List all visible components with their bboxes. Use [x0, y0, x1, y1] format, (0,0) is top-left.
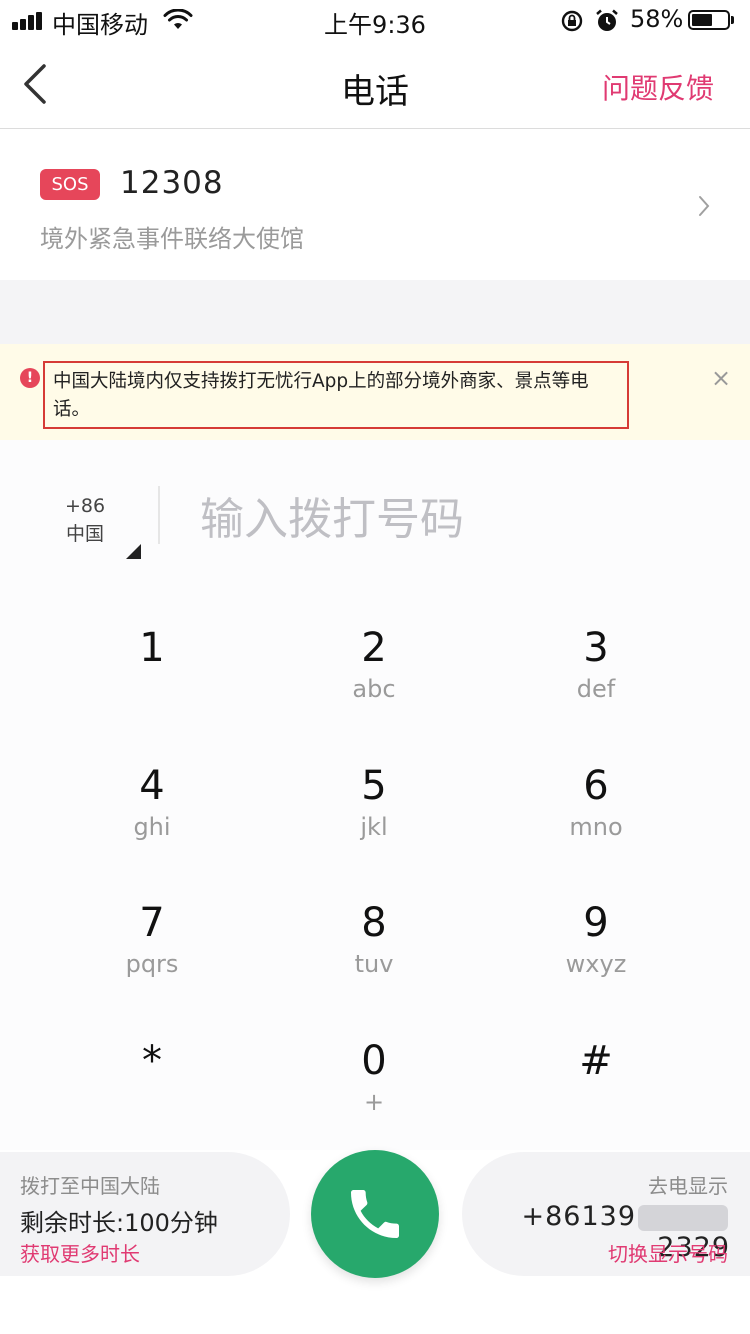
key-digit: # [579, 1038, 613, 1084]
keypad-key[interactable]: 5 jkl [274, 762, 474, 882]
key-digit: 0 [361, 1038, 387, 1084]
key-digit: 2 [361, 625, 387, 671]
caller-id-panel: 去电显示 +861392329 切换显示号码 [462, 1152, 750, 1276]
key-digit: 6 [583, 763, 609, 809]
get-more-minutes-link[interactable]: 获取更多时长 [20, 1238, 140, 1267]
keypad-key[interactable]: 0 + [274, 1037, 474, 1157]
sos-number: 12308 [120, 165, 224, 201]
remaining-minutes: 剩余时长:100分钟 [20, 1209, 218, 1237]
chevron-right-icon [699, 196, 710, 216]
notice-banner: ! 中国大陆境内仅支持拨打无忧行App上的部分境外商家、景点等电话。 × [0, 344, 750, 440]
key-letters: wxyz [565, 950, 627, 978]
country-selector[interactable]: +86 中国 [40, 492, 130, 548]
key-digit: 8 [361, 900, 387, 946]
country-name: 中国 [65, 523, 104, 545]
keypad-key[interactable]: 8 tuv [274, 899, 474, 1019]
notice-text: 中国大陆境内仅支持拨打无忧行App上的部分境外商家、景点等电话。 [43, 361, 629, 429]
key-digit: 7 [139, 900, 165, 946]
battery-percent: 58% [630, 5, 684, 33]
keypad-key[interactable]: 1 [52, 624, 252, 744]
feedback-button[interactable]: 问题反馈 [602, 67, 714, 107]
keypad-key[interactable]: 2 abc [274, 624, 474, 744]
battery-fill [692, 14, 712, 26]
key-letters: mno [569, 813, 623, 841]
key-letters: + [363, 1088, 385, 1116]
sos-badge: SOS [40, 169, 100, 200]
battery-cap [731, 16, 734, 24]
phone-number-input[interactable] [180, 484, 720, 554]
keypad-key[interactable]: 3 def [496, 624, 696, 744]
keypad-key[interactable]: # [496, 1037, 696, 1157]
battery-icon [688, 10, 730, 30]
keypad-key[interactable]: * [52, 1037, 252, 1157]
call-button[interactable] [311, 1150, 439, 1278]
key-digit: 9 [583, 900, 609, 946]
keypad-key[interactable]: 7 pqrs [52, 899, 252, 1019]
dropdown-corner-icon[interactable] [126, 544, 141, 559]
sos-description: 境外紧急事件联络大使馆 [40, 225, 304, 253]
nav-bar: 电话 问题反馈 [0, 40, 750, 129]
key-letters: tuv [354, 950, 394, 978]
bottom-bar: 拨打至中国大陆 剩余时长:100分钟 获取更多时长 去电显示 +86139232… [0, 1150, 750, 1334]
divider [158, 486, 160, 544]
key-digit: 5 [361, 763, 387, 809]
key-digit: * [142, 1038, 162, 1084]
key-letters: ghi [133, 813, 171, 841]
alarm-icon [596, 9, 618, 31]
warning-icon: ! [20, 368, 40, 388]
keypad-key[interactable]: 4 ghi [52, 762, 252, 882]
caller-id-prefix: +86139 [521, 1201, 636, 1232]
key-digit: 4 [139, 763, 165, 809]
key-letters: jkl [360, 813, 388, 841]
minutes-panel: 拨打至中国大陆 剩余时长:100分钟 获取更多时长 [0, 1152, 290, 1276]
key-letters: abc [352, 675, 396, 703]
switch-caller-id-link[interactable]: 切换显示号码 [608, 1238, 728, 1267]
key-digit: 3 [583, 625, 609, 671]
blurred-digits [638, 1204, 728, 1231]
close-icon[interactable]: × [711, 366, 731, 390]
country-code: +86 [64, 495, 106, 517]
keypad-key[interactable]: 6 mno [496, 762, 696, 882]
caller-id-label: 去电显示 [648, 1174, 728, 1198]
key-letters: def [576, 675, 616, 703]
rotation-lock-icon [561, 10, 583, 32]
keypad-key[interactable]: 9 wxyz [496, 899, 696, 1019]
section-gap [0, 280, 750, 344]
key-digit: 1 [139, 625, 165, 671]
sos-row[interactable]: SOS 12308 境外紧急事件联络大使馆 [0, 129, 750, 280]
phone-icon [351, 1190, 399, 1238]
status-bar: 中国移动 上午9:36 58% [0, 0, 750, 40]
dialer: +86 中国 1 2 abc 3 def 4 ghi 5 jkl 6 mno 7 pqrs 8 tuv 9 wx… [0, 440, 750, 1150]
dial-destination-label: 拨打至中国大陆 [20, 1174, 160, 1198]
key-letters: pqrs [125, 950, 179, 978]
